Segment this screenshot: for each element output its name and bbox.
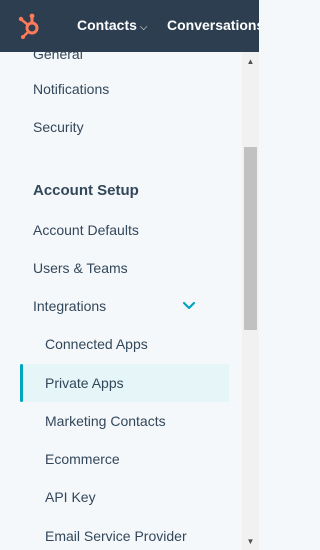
- sidebar-item-label: Notifications: [33, 81, 110, 97]
- sidebar-item-integrations[interactable]: Integrations: [0, 287, 242, 325]
- sidebar-item-label: Ecommerce: [45, 451, 120, 467]
- scroll-up-arrow-icon[interactable]: ▲: [242, 53, 259, 70]
- section-heading-account-setup: Account Setup: [0, 172, 242, 210]
- sidebar-item-label: Marketing Contacts: [45, 413, 166, 429]
- nav-contacts-label: Contacts: [77, 17, 137, 33]
- sidebar-item-label: Private Apps: [45, 375, 124, 391]
- sidebar-item-label: Security: [33, 119, 84, 135]
- sidebar-item-marketing-contacts[interactable]: Marketing Contacts: [0, 402, 242, 440]
- nav-conversations-label: Conversations: [167, 17, 259, 33]
- scrollbar-thumb[interactable]: [244, 147, 257, 330]
- sidebar-item-label: General: [33, 52, 83, 62]
- top-navigation-bar: Contacts⌵ Conversations⌵: [0, 0, 259, 52]
- sidebar-item-private-apps[interactable]: Private Apps: [20, 364, 229, 402]
- settings-sidebar: General Notifications Security Account S…: [0, 52, 242, 550]
- sidebar-item-label: Connected Apps: [45, 336, 148, 352]
- sidebar-item-label: Email Service Provider: [45, 528, 187, 544]
- sidebar-item-api-key[interactable]: API Key: [0, 478, 242, 516]
- sidebar-item-label: Users & Teams: [33, 260, 128, 276]
- sidebar-item-security[interactable]: Security: [0, 108, 242, 146]
- sidebar-item-connected-apps[interactable]: Connected Apps: [0, 325, 242, 363]
- sidebar-item-ecommerce[interactable]: Ecommerce: [0, 440, 242, 478]
- hubspot-logo-icon[interactable]: [17, 13, 43, 39]
- caret-down-icon: ⌵: [139, 22, 148, 33]
- nav-conversations[interactable]: Conversations⌵: [167, 17, 259, 33]
- sidebar-item-users-teams[interactable]: Users & Teams: [0, 249, 242, 287]
- scroll-down-arrow-icon[interactable]: ▼: [242, 533, 259, 550]
- active-indicator: [20, 364, 23, 402]
- nav-contacts[interactable]: Contacts ⌵: [77, 17, 148, 33]
- chevron-down-icon[interactable]: [182, 299, 196, 313]
- section-heading-label: Account Setup: [33, 182, 139, 199]
- sidebar-item-notifications[interactable]: Notifications: [0, 70, 242, 108]
- sidebar-item-label: Account Defaults: [33, 222, 139, 238]
- sidebar-item-account-defaults[interactable]: Account Defaults: [0, 211, 242, 249]
- sidebar-item-email-service-provider[interactable]: Email Service Provider: [0, 517, 242, 550]
- sidebar-item-label: Integrations: [33, 298, 107, 314]
- sidebar-item-label: API Key: [45, 489, 96, 505]
